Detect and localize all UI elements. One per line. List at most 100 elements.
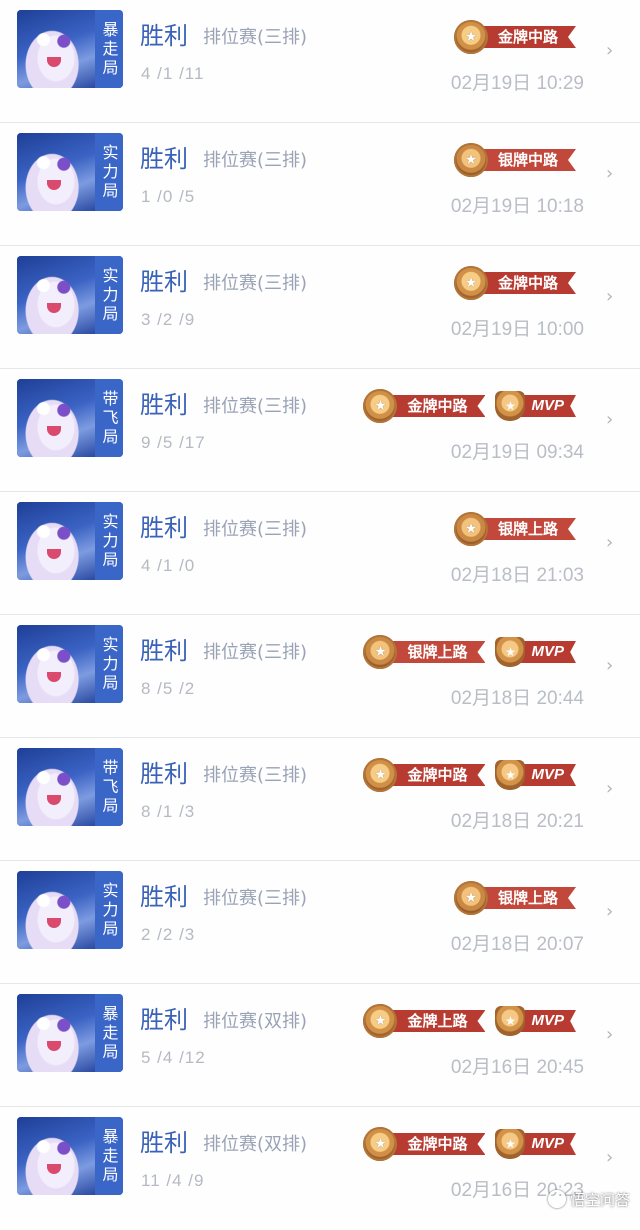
match-record-row[interactable]: 实力局 胜利 排位赛(三排) 8 /5 /2 ★ 银牌上路 ★ MVP 02月1… <box>0 615 640 738</box>
match-mode-tag: 暴走局 <box>95 994 123 1072</box>
lane-rank-badge: ★ 金牌中路 <box>453 266 576 300</box>
medal-icon: ★ <box>453 266 488 300</box>
kda-stats: 2 /2 /3 <box>141 925 196 944</box>
lane-rank-badge: ★ 金牌中路 <box>363 389 486 423</box>
chevron-right-icon[interactable]: › <box>606 780 616 798</box>
queue-type: 排位赛(三排) <box>203 273 308 294</box>
queue-type: 排位赛(三排) <box>203 642 308 663</box>
watermark-logo-icon <box>547 1190 566 1208</box>
lane-rank-badge: ★ 金牌中路 <box>363 758 486 792</box>
mvp-badge: ★ MVP <box>495 636 576 668</box>
kda-stats: 4 /1 /0 <box>141 556 196 575</box>
chevron-right-icon[interactable]: › <box>606 1149 616 1167</box>
badges-group: ★ 金牌上路 ★ MVP <box>363 1002 576 1040</box>
chevron-right-icon[interactable]: › <box>606 534 616 552</box>
match-mode-tag: 暴走局 <box>95 10 123 88</box>
chevron-right-icon[interactable]: › <box>606 1026 616 1044</box>
lane-rank-label: 银牌上路 <box>385 641 486 663</box>
hero-portrait <box>17 133 95 211</box>
trophy-icon: ★ <box>495 1006 526 1036</box>
chevron-right-icon[interactable]: › <box>606 903 616 921</box>
lane-rank-label: 金牌中路 <box>385 1133 486 1155</box>
hero-avatar: 实力局 <box>17 871 123 949</box>
match-result: 胜利 <box>140 391 188 419</box>
queue-type: 排位赛(三排) <box>203 519 308 540</box>
medal-icon: ★ <box>363 389 398 423</box>
hero-portrait <box>17 256 95 334</box>
badges-group: ★ 银牌上路 <box>453 510 576 548</box>
lane-rank-label: 金牌上路 <box>385 1010 486 1032</box>
match-record-row[interactable]: 实力局 胜利 排位赛(三排) 4 /1 /0 ★ 银牌上路 02月18日 21:… <box>0 492 640 615</box>
mvp-label: MVP <box>517 395 576 417</box>
kda-stats: 4 /1 /11 <box>141 64 205 83</box>
queue-type: 排位赛(三排) <box>203 765 308 786</box>
chevron-right-icon[interactable]: › <box>606 657 616 675</box>
hero-avatar: 实力局 <box>17 625 123 703</box>
match-record-row[interactable]: 带飞局 胜利 排位赛(三排) 8 /1 /3 ★ 金牌中路 ★ MVP 02月1… <box>0 738 640 861</box>
mvp-badge: ★ MVP <box>495 759 576 791</box>
match-record-row[interactable]: 带飞局 胜利 排位赛(三排) 9 /5 /17 ★ 金牌中路 ★ MVP 02月… <box>0 369 640 492</box>
mvp-label: MVP <box>517 764 576 786</box>
queue-type: 排位赛(三排) <box>203 27 308 48</box>
match-record-row[interactable]: 实力局 胜利 排位赛(三排) 2 /2 /3 ★ 银牌上路 02月18日 20:… <box>0 861 640 984</box>
lane-rank-label: 金牌中路 <box>475 272 576 294</box>
hero-portrait <box>17 625 95 703</box>
match-result: 胜利 <box>140 1006 188 1034</box>
chevron-right-icon[interactable]: › <box>606 288 616 306</box>
hero-portrait <box>17 10 95 88</box>
mvp-badge: ★ MVP <box>495 390 576 422</box>
queue-type: 排位赛(三排) <box>203 396 308 417</box>
badges-group: ★ 银牌上路 ★ MVP <box>363 633 576 671</box>
match-result: 胜利 <box>140 1129 188 1157</box>
kda-stats: 8 /1 /3 <box>141 802 196 821</box>
match-time: 02月19日 10:18 <box>450 196 584 217</box>
match-time: 02月19日 10:00 <box>450 319 584 340</box>
match-record-row[interactable]: 暴走局 胜利 排位赛(三排) 4 /1 /11 ★ 金牌中路 02月19日 10… <box>0 0 640 123</box>
medal-icon: ★ <box>363 1127 398 1161</box>
match-result: 胜利 <box>140 145 188 173</box>
watermark: 悟空问答 <box>547 1188 630 1210</box>
lane-rank-badge: ★ 银牌上路 <box>453 881 576 915</box>
match-result: 胜利 <box>140 637 188 665</box>
match-result: 胜利 <box>140 760 188 788</box>
match-mode-tag: 带飞局 <box>95 748 123 826</box>
mvp-badge: ★ MVP <box>495 1128 576 1160</box>
chevron-right-icon[interactable]: › <box>606 42 616 60</box>
match-result: 胜利 <box>140 514 188 542</box>
match-mode-tag: 暴走局 <box>95 1117 123 1195</box>
hero-avatar: 实力局 <box>17 133 123 211</box>
hero-avatar: 带飞局 <box>17 379 123 457</box>
kda-stats: 1 /0 /5 <box>141 187 196 206</box>
match-result: 胜利 <box>140 22 188 50</box>
hero-avatar: 暴走局 <box>17 1117 123 1195</box>
match-record-row[interactable]: 实力局 胜利 排位赛(三排) 1 /0 /5 ★ 银牌中路 02月19日 10:… <box>0 123 640 246</box>
mvp-badge: ★ MVP <box>495 1005 576 1037</box>
match-record-row[interactable]: 暴走局 胜利 排位赛(双排) 5 /4 /12 ★ 金牌上路 ★ MVP 02月… <box>0 984 640 1107</box>
hero-avatar: 暴走局 <box>17 994 123 1072</box>
badges-group: ★ 金牌中路 <box>453 18 576 56</box>
lane-rank-badge: ★ 金牌中路 <box>363 1127 486 1161</box>
trophy-icon: ★ <box>495 760 526 790</box>
match-time: 02月19日 09:34 <box>450 442 584 463</box>
match-time: 02月18日 21:03 <box>450 565 584 586</box>
queue-type: 排位赛(双排) <box>203 1134 308 1155</box>
watermark-text: 悟空问答 <box>569 1190 630 1209</box>
medal-icon: ★ <box>363 635 398 669</box>
trophy-icon: ★ <box>495 637 526 667</box>
match-record-row[interactable]: 暴走局 胜利 排位赛(双排) 11 /4 /9 ★ 金牌中路 ★ MVP 02月… <box>0 1107 640 1230</box>
chevron-right-icon[interactable]: › <box>606 411 616 429</box>
lane-rank-badge: ★ 银牌上路 <box>453 512 576 546</box>
kda-stats: 8 /5 /2 <box>141 679 196 698</box>
match-time: 02月18日 20:07 <box>450 934 584 955</box>
kda-stats: 9 /5 /17 <box>141 433 206 452</box>
lane-rank-label: 银牌中路 <box>475 149 576 171</box>
badges-group: ★ 银牌中路 <box>453 141 576 179</box>
hero-portrait <box>17 871 95 949</box>
badges-group: ★ 金牌中路 ★ MVP <box>363 1125 576 1163</box>
match-time: 02月18日 20:21 <box>450 811 584 832</box>
match-mode-tag: 带飞局 <box>95 379 123 457</box>
chevron-right-icon[interactable]: › <box>606 165 616 183</box>
match-record-row[interactable]: 实力局 胜利 排位赛(三排) 3 /2 /9 ★ 金牌中路 02月19日 10:… <box>0 246 640 369</box>
match-time: 02月16日 20:45 <box>450 1057 584 1078</box>
medal-icon: ★ <box>453 143 488 177</box>
